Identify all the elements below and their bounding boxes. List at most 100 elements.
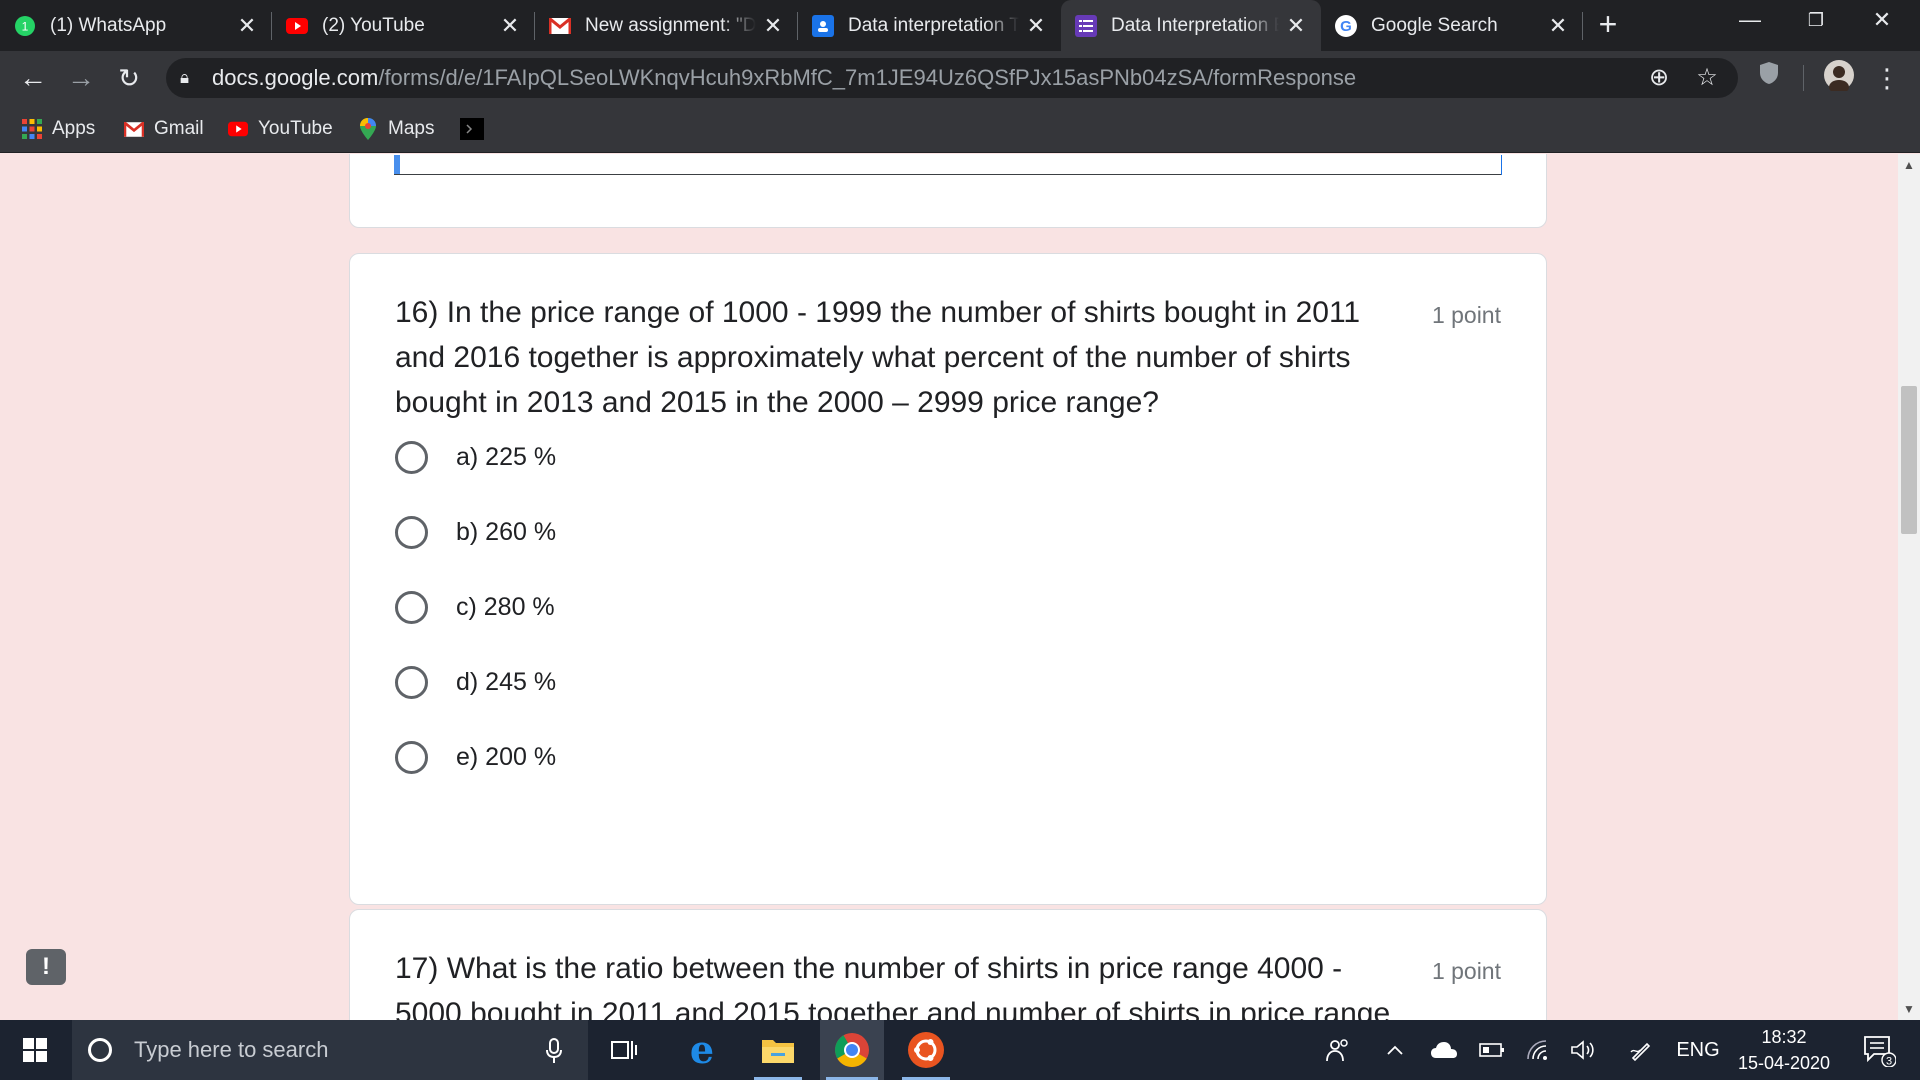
scrollbar-thumb[interactable] — [1901, 386, 1917, 534]
action-center-icon[interactable]: 3 — [1854, 1020, 1904, 1080]
forms-icon — [1075, 14, 1097, 37]
gmail-icon — [124, 119, 144, 139]
microphone-icon[interactable] — [546, 1038, 562, 1069]
option-b[interactable]: b) 260 % — [395, 510, 556, 554]
volume-icon[interactable] — [1566, 1020, 1600, 1080]
zoom-icon[interactable]: ⊕ — [1644, 58, 1674, 98]
close-tab-icon[interactable]: ✕ — [762, 13, 784, 39]
tab-google-search[interactable]: G Google Search ✕ — [1321, 0, 1583, 51]
bookmark-label: Gmail — [154, 118, 204, 139]
option-label: a) 225 % — [456, 442, 557, 471]
bookmark-star-icon[interactable]: ☆ — [1692, 58, 1722, 98]
windows-start-icon[interactable] — [0, 1020, 70, 1080]
option-a[interactable]: a) 225 % — [395, 435, 556, 479]
address-bar[interactable]: 🔒︎ docs.google.com/forms/d/e/1FAIpQLSeoL… — [166, 58, 1738, 98]
battery-icon[interactable] — [1476, 1020, 1508, 1080]
option-label: c) 280 % — [456, 592, 555, 621]
taskbar-search-box[interactable]: Type here to search — [72, 1020, 588, 1080]
svg-text:3: 3 — [1886, 1056, 1892, 1068]
svg-text:e: e — [690, 1032, 714, 1068]
edge-browser-icon[interactable]: e — [670, 1020, 734, 1080]
radio-button[interactable] — [395, 665, 428, 699]
new-tab-button[interactable]: + — [1583, 0, 1633, 51]
feedback-icon[interactable]: ! — [26, 949, 66, 985]
ubuntu-icon[interactable] — [894, 1020, 958, 1080]
onedrive-cloud-icon[interactable] — [1428, 1020, 1460, 1080]
tab-title: Data Interpretation Exam — [1111, 14, 1279, 36]
file-explorer-icon[interactable] — [746, 1020, 810, 1080]
bookmark-label: YouTube — [258, 118, 333, 139]
classroom-icon — [812, 14, 834, 37]
scroll-up-arrow-icon[interactable]: ▲ — [1898, 158, 1920, 172]
bookmark-apps[interactable]: Apps — [22, 105, 95, 153]
restore-icon[interactable]: ❐ — [1786, 0, 1846, 40]
question-16-points: 1 point — [1431, 302, 1501, 328]
bookmark-label: Apps — [52, 118, 96, 139]
bookmark-youtube[interactable]: YouTube — [228, 105, 333, 153]
chrome-icon[interactable] — [820, 1020, 884, 1080]
bookmark-maps[interactable]: Maps — [358, 105, 434, 153]
close-tab-icon[interactable]: ✕ — [236, 13, 258, 39]
question-17-card: 17) What is the ratio between the number… — [349, 909, 1547, 1020]
option-e[interactable]: e) 200 % — [395, 735, 556, 779]
close-tab-icon[interactable]: ✕ — [499, 13, 521, 39]
extension-shield-icon[interactable] — [1750, 59, 1788, 97]
windows-taskbar: Type here to search e ENG 18:32 15-04-20… — [0, 1020, 1920, 1080]
tab-title: (1) WhatsApp — [50, 14, 167, 36]
question-17-text: 17) What is the ratio between the number… — [395, 952, 1391, 1020]
cortana-circle-icon — [88, 1038, 112, 1062]
browser-menu-icon[interactable]: ⋮ — [1868, 59, 1906, 97]
svg-text:1: 1 — [22, 19, 29, 33]
radio-button[interactable] — [395, 440, 428, 474]
option-c[interactable]: c) 280 % — [395, 585, 555, 629]
input-language[interactable]: ENG — [1668, 1020, 1728, 1080]
task-view-icon[interactable] — [596, 1020, 652, 1080]
people-icon[interactable] — [1320, 1020, 1356, 1080]
option-label: d) 245 % — [456, 667, 557, 696]
radio-button[interactable] — [395, 515, 428, 549]
tab-classroom[interactable]: Data interpretation Test ✕ — [798, 0, 1061, 51]
bookmark-label: Maps — [388, 118, 435, 139]
address-url: docs.google.com/forms/d/e/1FAIpQLSeoLWKn… — [212, 65, 1357, 90]
bookmarks-bar: Apps Gmail YouTube Maps — [0, 105, 1920, 153]
tab-strip: 1 (1) WhatsApp ✕ (2) YouTube ✕ New assig… — [0, 0, 1920, 51]
apps-grid-icon — [22, 119, 42, 139]
clock-time: 18:32 — [1761, 1027, 1807, 1047]
bookmark-terminal[interactable] — [460, 105, 484, 153]
option-label: b) 260 % — [456, 517, 557, 546]
chevron-up-icon[interactable] — [1380, 1020, 1410, 1080]
tab-gmail-assignment[interactable]: New assignment: "Data ✕ — [535, 0, 798, 51]
question-16-card: 16) In the price range of 1000 - 1999 th… — [349, 253, 1547, 905]
tab-title: Data interpretation Test — [848, 14, 1019, 36]
tab-title: New assignment: "Data — [585, 14, 756, 36]
forward-arrow-icon[interactable]: → — [62, 59, 100, 97]
tab-title: Google Search — [1371, 14, 1498, 36]
close-tab-icon[interactable]: ✕ — [1285, 13, 1307, 39]
system-clock[interactable]: 18:32 15-04-2020 — [1730, 1020, 1838, 1080]
pen-ink-icon[interactable] — [1624, 1020, 1658, 1080]
close-tab-icon[interactable]: ✕ — [1025, 13, 1047, 39]
wifi-icon[interactable] — [1522, 1020, 1554, 1080]
search-placeholder: Type here to search — [134, 1037, 329, 1062]
clock-date: 15-04-2020 — [1737, 1053, 1831, 1073]
scroll-down-arrow-icon[interactable]: ▼ — [1898, 1002, 1920, 1016]
google-icon: G — [1335, 14, 1357, 37]
close-tab-icon[interactable]: ✕ — [1547, 13, 1569, 39]
tab-whatsapp[interactable]: 1 (1) WhatsApp ✕ — [0, 0, 272, 51]
radio-button[interactable] — [395, 590, 428, 624]
bookmark-gmail[interactable]: Gmail — [124, 105, 204, 153]
page-scrollbar[interactable]: ▲ ▼ — [1898, 154, 1920, 1020]
radio-button[interactable] — [395, 740, 428, 774]
tab-forms-active[interactable]: Data Interpretation Exam ✕ — [1061, 0, 1321, 51]
reload-icon[interactable]: ↻ — [110, 59, 148, 97]
maps-pin-icon — [358, 118, 378, 140]
tab-youtube[interactable]: (2) YouTube ✕ — [272, 0, 535, 51]
minimize-icon[interactable]: — — [1720, 0, 1780, 40]
gmail-icon — [549, 15, 571, 37]
youtube-icon — [286, 15, 308, 37]
profile-avatar[interactable] — [1820, 59, 1858, 97]
window-close-icon[interactable]: ✕ — [1852, 0, 1912, 40]
option-d[interactable]: d) 245 % — [395, 660, 556, 704]
form-page: 16) In the price range of 1000 - 1999 th… — [0, 154, 1920, 1020]
back-arrow-icon[interactable]: ← — [14, 59, 52, 97]
